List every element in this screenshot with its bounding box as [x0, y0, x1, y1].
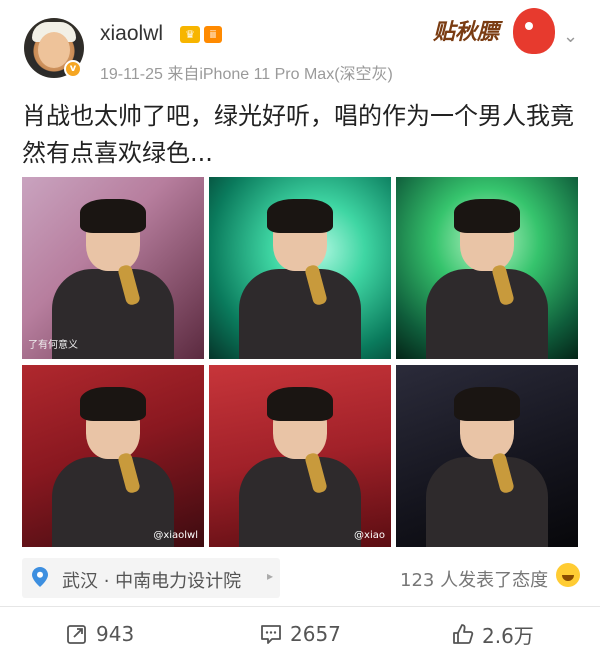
photo-grid: 了有何意义 @xiaolwl @xiao — [22, 177, 578, 549]
location-tag[interactable]: 武汉 · 中南电力设计院 ▸ — [22, 558, 280, 598]
post-header: v xiaolwl ♛ ⅲ 19-11-25 来自iPhone 11 Pro M… — [0, 0, 600, 92]
reactions-summary[interactable]: 123 人发表了态度 — [400, 566, 548, 592]
chevron-right-icon: ▸ — [267, 569, 274, 583]
repost-count: 943 — [96, 622, 135, 646]
photo-watermark: @xiaolwl — [153, 530, 198, 541]
singer-figure — [426, 387, 548, 547]
comment-count: 2657 — [290, 622, 341, 646]
like-count: 2.6万 — [482, 623, 534, 648]
singer-figure — [52, 387, 174, 547]
comment-icon — [261, 625, 281, 644]
photo-3[interactable] — [396, 177, 578, 359]
post-text: 肖战也太帅了吧，绿光好听，唱的作为一个男人我竟然有点喜欢绿色... — [22, 102, 574, 167]
username[interactable]: xiaolwl — [100, 22, 163, 46]
vip-badge-icon[interactable]: ♛ — [180, 26, 200, 43]
photo-caption: 了有何意义 — [28, 340, 78, 351]
photo-6[interactable] — [396, 365, 578, 547]
singer-figure — [426, 199, 548, 359]
thumbs-up-icon — [453, 624, 474, 644]
level-badge-icon[interactable]: ⅲ — [204, 26, 222, 43]
singer-figure — [239, 387, 361, 547]
sticker-text: 贴秋膘 — [433, 20, 500, 45]
post-date: 19-11-25 — [100, 66, 163, 83]
singer-figure — [239, 199, 361, 359]
photo-1[interactable]: 了有何意义 — [22, 177, 204, 359]
smile-emoji-icon — [556, 563, 580, 587]
comment-button[interactable]: 2657 — [260, 619, 341, 649]
like-button[interactable]: 2.6万 — [452, 619, 534, 649]
photo-2[interactable] — [209, 177, 391, 359]
chevron-down-icon[interactable]: ⌄ — [563, 26, 578, 47]
location-pin-icon — [32, 567, 48, 587]
repost-button[interactable]: 943 — [66, 619, 134, 649]
chicken-icon — [513, 8, 555, 54]
post-source[interactable]: 来自iPhone 11 Pro Max(深空灰) — [167, 66, 393, 83]
divider — [0, 606, 600, 607]
photo-watermark: @xiao — [354, 530, 385, 541]
verified-badge-icon: v — [64, 60, 82, 78]
sticker-badge[interactable]: 贴秋膘 — [425, 8, 560, 56]
location-label: 武汉 · 中南电力设计院 — [62, 571, 242, 592]
post-meta: 19-11-25 来自iPhone 11 Pro Max(深空灰) — [100, 60, 393, 84]
photo-4[interactable]: @xiaolwl — [22, 365, 204, 547]
repost-icon — [67, 625, 86, 644]
photo-5[interactable]: @xiao — [209, 365, 391, 547]
